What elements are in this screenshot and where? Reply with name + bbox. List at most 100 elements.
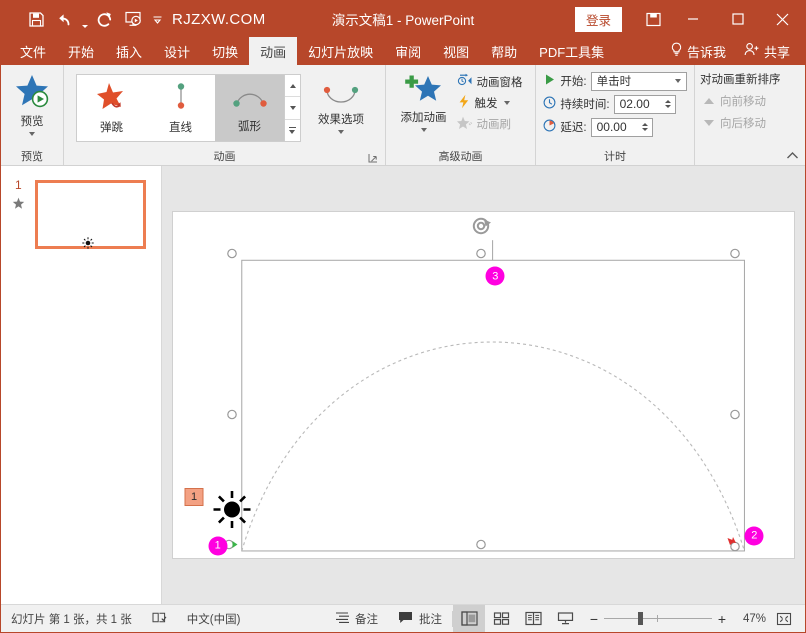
resize-handle-middle-right[interactable] xyxy=(730,409,741,423)
tab-help[interactable]: 帮助 xyxy=(480,37,528,65)
tab-animations[interactable]: 动画 xyxy=(249,37,297,65)
delay-spinner[interactable]: 00.00 xyxy=(591,118,653,137)
view-normal-button[interactable] xyxy=(453,605,485,632)
maximize-button[interactable] xyxy=(715,1,760,37)
tab-view[interactable]: 视图 xyxy=(432,37,480,65)
duration-clock-icon xyxy=(543,96,556,112)
motion-path-end-handle[interactable] xyxy=(725,535,745,556)
preview-group-footer: 预览 xyxy=(4,149,60,165)
animation-effect-bounce[interactable]: 弹跳 xyxy=(77,75,146,141)
slide-count-text: 幻灯片 第 1 张，共 1 张 xyxy=(11,611,132,627)
timing-group-body: 开始: 单击时 持续时间: 02.00 xyxy=(543,65,686,149)
fit-to-window-button[interactable] xyxy=(771,612,797,626)
tab-transitions[interactable]: 切换 xyxy=(201,37,249,65)
delay-value[interactable]: 00.00 xyxy=(592,120,639,134)
start-chevron-down-icon[interactable] xyxy=(675,79,681,83)
trigger-button[interactable]: 触发 xyxy=(454,93,528,113)
advanced-group-body: 添加动画 动 xyxy=(394,65,528,149)
share-button[interactable]: 共享 xyxy=(735,37,799,65)
add-animation-button[interactable]: 添加动画 xyxy=(394,68,454,132)
resize-handle-middle-left[interactable] xyxy=(226,409,237,423)
trigger-dropdown-icon[interactable] xyxy=(504,101,510,105)
duration-value[interactable]: 02.00 xyxy=(615,97,662,111)
resize-handle-bottom-center[interactable] xyxy=(476,539,487,553)
add-animation-dropdown-icon[interactable] xyxy=(421,128,427,132)
spellcheck-section[interactable] xyxy=(142,605,177,632)
status-bar: 幻灯片 第 1 张，共 1 张 中文(中国) 备注 批注 xyxy=(1,604,805,632)
reorder-controls: 对动画重新排序 向前移动 向后移动 xyxy=(698,65,781,133)
rotation-handle[interactable] xyxy=(470,215,492,240)
language-section[interactable]: 中文(中国) xyxy=(177,605,251,632)
tab-review[interactable]: 审阅 xyxy=(384,37,432,65)
slide-thumbnail-pane[interactable]: 1 xyxy=(1,166,162,604)
undo-dropdown-icon[interactable] xyxy=(79,2,90,36)
tab-design[interactable]: 设计 xyxy=(153,37,201,65)
duration-spinner[interactable]: 02.00 xyxy=(614,95,676,114)
slide-canvas[interactable]: 1 1 2 3 xyxy=(172,211,795,559)
delay-label: 延迟: xyxy=(560,119,586,135)
animation-dialog-launcher[interactable] xyxy=(367,152,379,164)
tab-pdf-tools[interactable]: PDF工具集 xyxy=(528,37,615,65)
tab-insert[interactable]: 插入 xyxy=(105,37,153,65)
ribbon-display-options-icon[interactable] xyxy=(636,1,670,37)
duration-spin-buttons[interactable] xyxy=(662,96,675,113)
share-person-icon xyxy=(744,42,760,60)
zoom-out-button[interactable]: − xyxy=(589,611,599,627)
effect-options-label: 效果选项 xyxy=(318,114,364,127)
gallery-scroll-up-button[interactable] xyxy=(285,75,300,97)
effect-options-dropdown-icon[interactable] xyxy=(338,130,344,134)
slide-editing-pane[interactable]: 1 1 2 3 xyxy=(162,166,805,604)
spell-check-icon[interactable] xyxy=(152,611,167,627)
move-earlier-label: 向前移动 xyxy=(720,93,766,109)
start-slideshow-icon[interactable] xyxy=(120,6,146,32)
effect-options-button[interactable]: 效果选项 xyxy=(309,80,373,134)
notes-button[interactable]: 备注 xyxy=(325,605,388,632)
move-earlier-button: 向前移动 xyxy=(698,91,781,111)
tab-slideshow[interactable]: 幻灯片放映 xyxy=(297,37,384,65)
tab-home[interactable]: 开始 xyxy=(57,37,105,65)
comments-button[interactable]: 批注 xyxy=(388,605,452,632)
tab-file[interactable]: 文件 xyxy=(9,37,57,65)
gallery-scroll-down-button[interactable] xyxy=(285,97,300,119)
qat-customize-icon[interactable] xyxy=(148,6,166,32)
animation-effect-line[interactable]: 直线 xyxy=(146,75,215,141)
view-reading-button[interactable] xyxy=(517,605,549,632)
preview-button[interactable]: 预览 xyxy=(3,68,61,136)
path-point-marker-3[interactable]: 3 xyxy=(486,267,505,286)
delay-spin-buttons[interactable] xyxy=(639,119,652,136)
workspace: 1 xyxy=(1,166,805,604)
animation-effect-arc[interactable]: 弧形 xyxy=(215,75,284,141)
zoom-control[interactable]: − + 47% xyxy=(581,611,805,627)
preview-dropdown-icon[interactable] xyxy=(29,132,35,136)
slide-thumbnail-1[interactable] xyxy=(35,180,146,249)
path-point-marker-1[interactable]: 1 xyxy=(208,536,227,555)
close-button[interactable] xyxy=(760,1,805,37)
comments-label: 批注 xyxy=(419,611,442,627)
tell-me-button[interactable]: 告诉我 xyxy=(661,37,735,65)
animation-pane-button[interactable]: 动画窗格 xyxy=(454,72,528,92)
sun-shape[interactable] xyxy=(212,490,252,533)
sign-in-button[interactable]: 登录 xyxy=(575,7,622,32)
view-slideshow-button[interactable] xyxy=(549,605,581,632)
redo-icon[interactable] xyxy=(92,6,118,32)
gallery-more-button[interactable] xyxy=(285,120,300,141)
collapse-ribbon-button[interactable] xyxy=(784,147,800,163)
path-point-marker-2-label: 2 xyxy=(745,526,764,545)
zoom-percent-label[interactable]: 47% xyxy=(732,613,766,625)
animation-sequence-badge[interactable]: 1 xyxy=(185,488,204,506)
resize-handle-top-left[interactable] xyxy=(226,248,237,262)
bounce-star-icon xyxy=(92,81,132,116)
view-slide-sorter-button[interactable] xyxy=(485,605,517,632)
zoom-slider[interactable] xyxy=(604,612,712,626)
resize-handle-top-center[interactable] xyxy=(476,248,487,262)
zoom-in-button[interactable]: + xyxy=(717,611,727,627)
resize-handle-top-right[interactable] xyxy=(730,248,741,262)
thumbnail-animation-star-icon[interactable] xyxy=(12,197,25,213)
zoom-slider-track xyxy=(604,618,712,619)
save-icon[interactable] xyxy=(23,6,49,32)
path-point-marker-2[interactable]: 2 xyxy=(745,526,764,545)
undo-icon[interactable] xyxy=(51,6,77,32)
minimize-button[interactable] xyxy=(670,1,715,37)
zoom-slider-knob[interactable] xyxy=(638,612,643,625)
start-combobox[interactable]: 单击时 xyxy=(591,72,687,91)
